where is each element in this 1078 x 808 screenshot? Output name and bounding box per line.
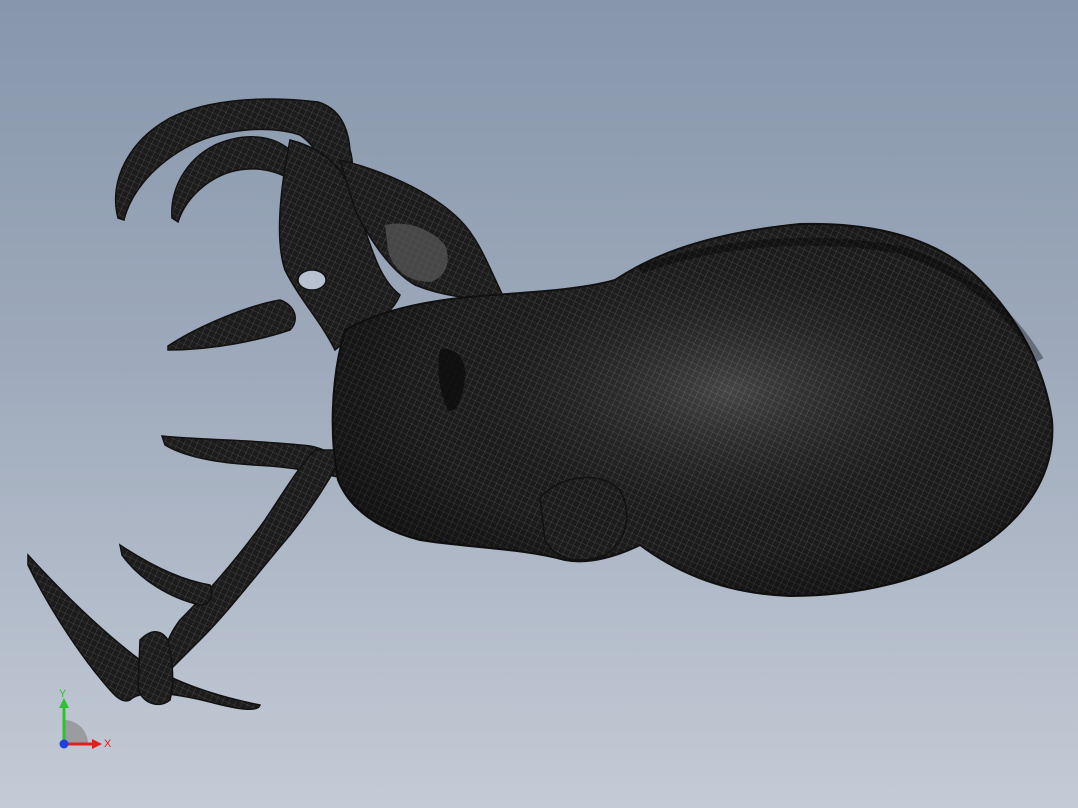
lower-antler	[27, 435, 352, 710]
y-axis-label: Y	[59, 688, 67, 700]
z-axis-dot	[59, 739, 69, 749]
x-axis-label: X	[104, 738, 112, 750]
triad-plane	[64, 720, 88, 744]
upper-antler	[114, 98, 401, 352]
deer-head-mesh-model[interactable]	[0, 0, 1078, 808]
axis-triad: Y X	[59, 688, 112, 750]
graphics-viewport[interactable]: Y X	[0, 0, 1078, 808]
